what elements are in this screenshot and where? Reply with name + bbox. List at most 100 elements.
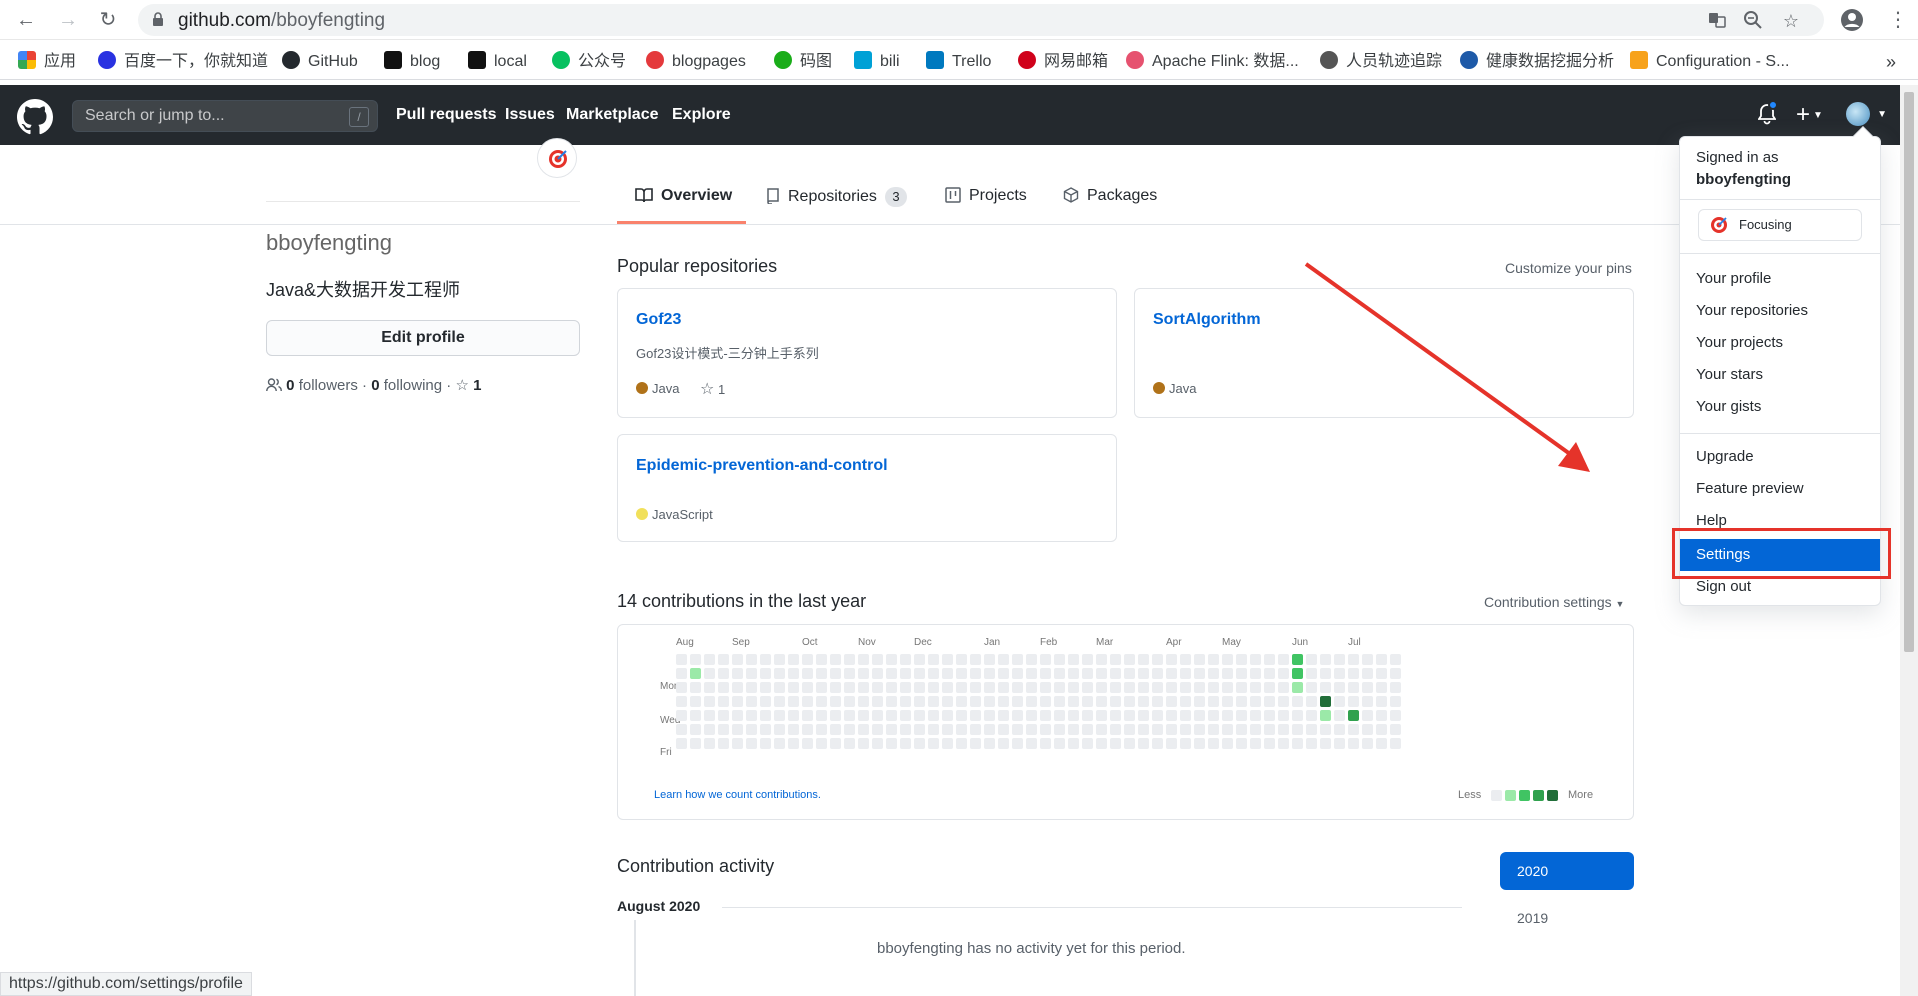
contribution-day-cell[interactable]	[690, 668, 701, 679]
contribution-day-cell[interactable]	[704, 724, 715, 735]
contribution-day-cell[interactable]	[844, 710, 855, 721]
contribution-day-cell[interactable]	[1236, 682, 1247, 693]
contribution-day-cell[interactable]	[746, 710, 757, 721]
contribution-day-cell[interactable]	[1292, 696, 1303, 707]
create-new-plus-icon[interactable]: + ▼	[1796, 101, 1823, 130]
followers-link[interactable]: 0 followers	[286, 377, 358, 394]
contribution-day-cell[interactable]	[1180, 738, 1191, 749]
contribution-day-cell[interactable]	[942, 710, 953, 721]
contribution-day-cell[interactable]	[1082, 654, 1093, 665]
contribution-day-cell[interactable]	[886, 724, 897, 735]
signed-in-username[interactable]: bboyfengting	[1696, 171, 1791, 188]
contribution-day-cell[interactable]	[872, 668, 883, 679]
contribution-day-cell[interactable]	[1068, 724, 1079, 735]
contribution-day-cell[interactable]	[774, 738, 785, 749]
contribution-day-cell[interactable]	[1292, 710, 1303, 721]
contribution-day-cell[interactable]	[1278, 668, 1289, 679]
contribution-day-cell[interactable]	[1166, 724, 1177, 735]
bookmarks-more-chevron-icon[interactable]: »	[1886, 50, 1896, 74]
contribution-day-cell[interactable]	[802, 738, 813, 749]
nav-issues[interactable]: Issues	[505, 106, 555, 124]
contribution-day-cell[interactable]	[872, 682, 883, 693]
contribution-day-cell[interactable]	[802, 696, 813, 707]
search-input[interactable]: Search or jump to... /	[72, 100, 378, 132]
menu-your-profile[interactable]: Your profile	[1680, 265, 1880, 293]
contribution-day-cell[interactable]	[928, 724, 939, 735]
contribution-day-cell[interactable]	[1166, 710, 1177, 721]
contribution-day-cell[interactable]	[928, 696, 939, 707]
contribution-day-cell[interactable]	[928, 654, 939, 665]
contribution-day-cell[interactable]	[760, 696, 771, 707]
contribution-day-cell[interactable]	[732, 682, 743, 693]
contribution-day-cell[interactable]	[1166, 654, 1177, 665]
contribution-day-cell[interactable]	[1138, 682, 1149, 693]
contribution-day-cell[interactable]	[1376, 710, 1387, 721]
contribution-day-cell[interactable]	[718, 710, 729, 721]
contribution-day-cell[interactable]	[1152, 738, 1163, 749]
contribution-day-cell[interactable]	[928, 668, 939, 679]
contribution-day-cell[interactable]	[788, 668, 799, 679]
contribution-day-cell[interactable]	[676, 696, 687, 707]
contribution-day-cell[interactable]	[844, 696, 855, 707]
contribution-day-cell[interactable]	[956, 710, 967, 721]
repo-name-link[interactable]: Gof23	[636, 311, 681, 329]
contribution-day-cell[interactable]	[998, 710, 1009, 721]
contribution-day-cell[interactable]	[942, 682, 953, 693]
contribution-day-cell[interactable]	[1040, 654, 1051, 665]
contribution-day-cell[interactable]	[676, 682, 687, 693]
contribution-day-cell[interactable]	[774, 696, 785, 707]
contribution-day-cell[interactable]	[816, 724, 827, 735]
contribution-day-cell[interactable]	[1138, 696, 1149, 707]
contribution-day-cell[interactable]	[1040, 696, 1051, 707]
contribution-day-cell[interactable]	[704, 682, 715, 693]
bookmark-blog[interactable]: blog	[384, 50, 440, 74]
contribution-day-cell[interactable]	[1348, 696, 1359, 707]
contribution-day-cell[interactable]	[816, 738, 827, 749]
contribution-day-cell[interactable]	[900, 738, 911, 749]
contribution-day-cell[interactable]	[718, 738, 729, 749]
contribution-day-cell[interactable]	[1320, 738, 1331, 749]
contribution-day-cell[interactable]	[1278, 710, 1289, 721]
contribution-day-cell[interactable]	[1040, 710, 1051, 721]
contribution-day-cell[interactable]	[1124, 654, 1135, 665]
contribution-day-cell[interactable]	[1110, 696, 1121, 707]
contribution-day-cell[interactable]	[872, 710, 883, 721]
contribution-day-cell[interactable]	[1306, 668, 1317, 679]
contribution-day-cell[interactable]	[844, 668, 855, 679]
contribution-day-cell[interactable]	[858, 668, 869, 679]
contribution-day-cell[interactable]	[872, 696, 883, 707]
contribution-day-cell[interactable]	[1236, 724, 1247, 735]
contribution-day-cell[interactable]	[1180, 682, 1191, 693]
contribution-day-cell[interactable]	[788, 696, 799, 707]
contribution-day-cell[interactable]	[1026, 724, 1037, 735]
contribution-day-cell[interactable]	[1236, 710, 1247, 721]
contribution-day-cell[interactable]	[1194, 724, 1205, 735]
contribution-day-cell[interactable]	[970, 654, 981, 665]
bookmark-apps[interactable]: 应用	[18, 50, 76, 74]
contribution-day-cell[interactable]	[1348, 724, 1359, 735]
contribution-day-cell[interactable]	[998, 696, 1009, 707]
contribution-day-cell[interactable]	[1264, 682, 1275, 693]
contribution-day-cell[interactable]	[1348, 668, 1359, 679]
bookmark-apache-flink[interactable]: Apache Flink: 数据...	[1126, 50, 1299, 74]
contribution-day-cell[interactable]	[970, 724, 981, 735]
contribution-day-cell[interactable]	[956, 668, 967, 679]
contribution-day-cell[interactable]	[732, 654, 743, 665]
bookmark-local[interactable]: local	[468, 50, 527, 74]
contribution-day-cell[interactable]	[1236, 654, 1247, 665]
contribution-day-cell[interactable]	[900, 654, 911, 665]
contribution-day-cell[interactable]	[1152, 696, 1163, 707]
contribution-day-cell[interactable]	[1180, 710, 1191, 721]
contribution-day-cell[interactable]	[760, 738, 771, 749]
contribution-day-cell[interactable]	[1334, 654, 1345, 665]
repo-stars-link[interactable]: ☆ 1	[700, 379, 725, 399]
contribution-day-cell[interactable]	[1306, 710, 1317, 721]
contribution-day-cell[interactable]	[1180, 668, 1191, 679]
contribution-day-cell[interactable]	[760, 654, 771, 665]
contribution-day-cell[interactable]	[970, 668, 981, 679]
contribution-day-cell[interactable]	[718, 696, 729, 707]
contribution-day-cell[interactable]	[984, 654, 995, 665]
contribution-day-cell[interactable]	[1278, 738, 1289, 749]
translate-icon[interactable]	[1706, 10, 1728, 32]
contribution-day-cell[interactable]	[1180, 654, 1191, 665]
